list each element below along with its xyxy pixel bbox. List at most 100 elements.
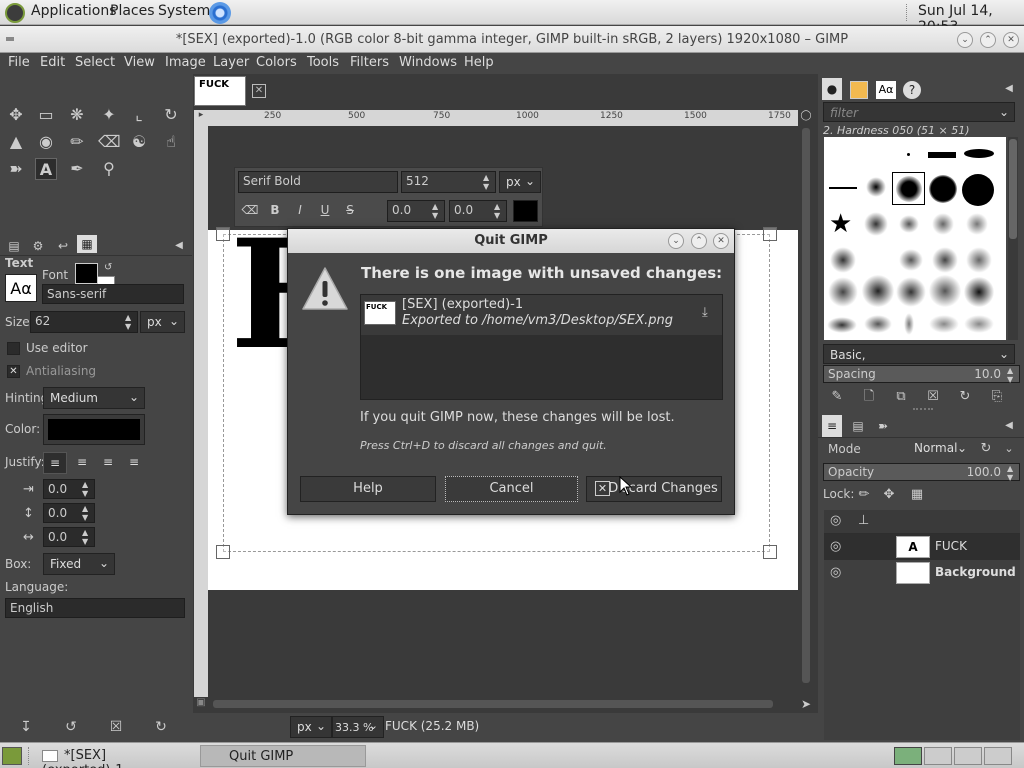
smudge-tool-icon[interactable]: ☝ <box>160 131 182 153</box>
chromium-launcher-icon[interactable] <box>209 2 231 24</box>
kerning-spin-icon[interactable]: ▲ ▼ <box>494 202 504 220</box>
line-spacing-spin-icon[interactable]: ▲ ▼ <box>82 504 92 522</box>
kerning-input[interactable]: 0.0 ▲ ▼ <box>449 200 507 222</box>
indent-input[interactable]: 0.0 ▲ ▼ <box>43 479 95 499</box>
navigate-icon[interactable]: ➤ <box>799 697 813 711</box>
opacity-spin-icon[interactable]: ▲ ▼ <box>1007 464 1017 482</box>
clear-style-icon[interactable]: ⌫ <box>239 199 261 221</box>
warp-tool-icon[interactable]: ▲ <box>5 131 27 153</box>
resize-handle[interactable] <box>763 227 777 241</box>
layer-name[interactable]: FUCK <box>935 539 967 553</box>
configure-tab-icon[interactable]: ◀ <box>998 78 1020 100</box>
brush-preview[interactable] <box>962 174 994 206</box>
brush-preview[interactable] <box>899 249 923 271</box>
images-tab-icon[interactable]: ▦ <box>77 235 97 253</box>
workspace-switcher-4[interactable] <box>984 747 1012 765</box>
size-unit-select[interactable]: px ⌄ <box>140 311 185 333</box>
layer-name[interactable]: Background <box>935 565 1016 579</box>
brush-preview[interactable] <box>964 277 994 307</box>
bold-icon[interactable]: B <box>264 199 286 221</box>
bucket-fill-tool-icon[interactable]: ◉ <box>35 131 57 153</box>
brush-tag-input[interactable]: Basic, ⌄ <box>823 344 1015 364</box>
chain-icon[interactable]: ⊥ <box>858 513 869 528</box>
duplicate-brush-icon[interactable]: ⧉ <box>890 386 912 408</box>
dialog-minimize-button[interactable]: ⌄ <box>668 233 684 249</box>
restore-options-icon[interactable]: ↺ <box>60 716 82 738</box>
zoom-lock-icon[interactable]: ◯ <box>799 110 813 126</box>
workspace-switcher-3[interactable] <box>954 747 982 765</box>
overlay-font-input[interactable]: Serif Bold <box>238 171 398 193</box>
brush-preview[interactable] <box>896 277 926 307</box>
places-menu[interactable]: Places <box>110 3 155 19</box>
device-status-tab-icon[interactable]: ⚙ <box>27 235 49 257</box>
delete-options-icon[interactable]: ☒ <box>105 716 127 738</box>
letter-spacing-spin-icon[interactable]: ▲ ▼ <box>82 528 92 546</box>
justify-center-icon[interactable]: ≡ <box>96 452 120 474</box>
size-input[interactable]: 62 ▲ ▼ <box>30 311 138 333</box>
help-button[interactable]: Help <box>300 476 436 502</box>
refresh-brushes-icon[interactable]: ↻ <box>954 386 976 408</box>
font-input[interactable]: Sans-serif <box>42 284 184 304</box>
menu-edit[interactable]: Edit <box>40 55 65 70</box>
brush-preview[interactable] <box>932 247 958 273</box>
quick-mask-corner-icon[interactable]: ▸ <box>194 110 208 126</box>
vertical-scrollbar[interactable] <box>799 126 813 698</box>
layer-row-text[interactable]: ◎ A FUCK <box>824 534 1020 560</box>
foreground-color-swatch[interactable] <box>75 263 98 284</box>
delete-brush-icon[interactable]: ☒ <box>922 386 944 408</box>
menu-view[interactable]: View <box>124 55 155 70</box>
edit-brush-icon[interactable]: ✎ <box>826 386 848 408</box>
mode-reset-icon[interactable]: ↻ <box>975 438 997 460</box>
brush-preview[interactable] <box>862 275 894 307</box>
brush-preview[interactable] <box>904 313 914 335</box>
eye-icon[interactable]: ◎ <box>830 539 841 554</box>
strikethrough-icon[interactable]: S <box>339 199 361 221</box>
dialog-maximize-button[interactable]: ⌃ <box>691 233 707 249</box>
brush-preview[interactable] <box>829 187 857 189</box>
horizontal-scrollbar-thumb[interactable] <box>213 700 773 708</box>
menu-layer[interactable]: Layer <box>213 55 249 70</box>
resize-handle[interactable] <box>216 227 230 241</box>
lock-position-icon[interactable]: ✥ <box>878 484 900 506</box>
spacing-slider[interactable]: Spacing 10.0 ▲ ▼ <box>823 365 1020 384</box>
italic-icon[interactable]: I <box>289 199 311 221</box>
close-button[interactable]: ✕ <box>1003 32 1019 48</box>
selected-brush-frame[interactable] <box>892 172 925 205</box>
undo-history-tab-icon[interactable]: ↩ <box>52 235 74 257</box>
brush-preview[interactable] <box>866 177 886 197</box>
lasso-tool-icon[interactable]: ❋ <box>66 104 88 126</box>
image-tab[interactable]: FUCK <box>194 76 246 106</box>
configure-tab-icon[interactable]: ◀ <box>168 235 190 257</box>
brush-preview[interactable] <box>864 212 888 236</box>
use-editor-checkbox[interactable] <box>7 342 20 355</box>
window-titlebar[interactable]: *[SEX] (exported)-1.0 (RGB color 8-bit g… <box>0 26 1024 53</box>
save-options-icon[interactable]: ↧ <box>15 716 37 738</box>
text-tool-icon[interactable]: A <box>35 158 57 180</box>
brush-scrollbar-thumb[interactable] <box>1009 139 1017 239</box>
zoom-select[interactable]: 33.3 % ⌄ <box>332 716 384 738</box>
tool-options-tab-icon[interactable]: ▤ <box>3 235 25 257</box>
menu-image[interactable]: Image <box>165 55 206 70</box>
eraser-tool-icon[interactable]: ⌫ <box>98 131 121 153</box>
eye-icon[interactable]: ◎ <box>830 513 841 528</box>
dock-separator[interactable] <box>913 408 933 412</box>
baseline-spin-icon[interactable]: ▲ ▼ <box>432 202 442 220</box>
mode-select[interactable]: Normal ⌄ <box>910 439 972 459</box>
minimize-button[interactable]: ⌄ <box>957 32 973 48</box>
swap-colors-icon[interactable]: ↺ <box>104 262 112 273</box>
brush-preview[interactable] <box>929 315 959 333</box>
applications-menu[interactable]: Applications <box>31 3 117 19</box>
overlay-size-input[interactable]: 512 ▲ ▼ <box>401 171 496 193</box>
menu-help[interactable]: Help <box>464 55 494 70</box>
paths-tab-icon[interactable]: ➽ <box>872 415 894 437</box>
letter-spacing-input[interactable]: 0.0 ▲ ▼ <box>43 527 95 547</box>
color-picker-tool-icon[interactable]: ✒ <box>66 158 88 180</box>
resize-handle[interactable] <box>216 545 230 559</box>
open-brush-as-image-icon[interactable]: ⎘ <box>986 386 1008 408</box>
menu-file[interactable]: File <box>8 55 30 70</box>
box-select[interactable]: Fixed ⌄ <box>43 553 115 575</box>
patterns-tab-icon[interactable] <box>850 81 868 99</box>
clone-tool-icon[interactable]: ☯ <box>128 131 150 153</box>
brush-scrollbar[interactable] <box>1008 137 1018 340</box>
brush-preview[interactable] <box>929 175 957 203</box>
